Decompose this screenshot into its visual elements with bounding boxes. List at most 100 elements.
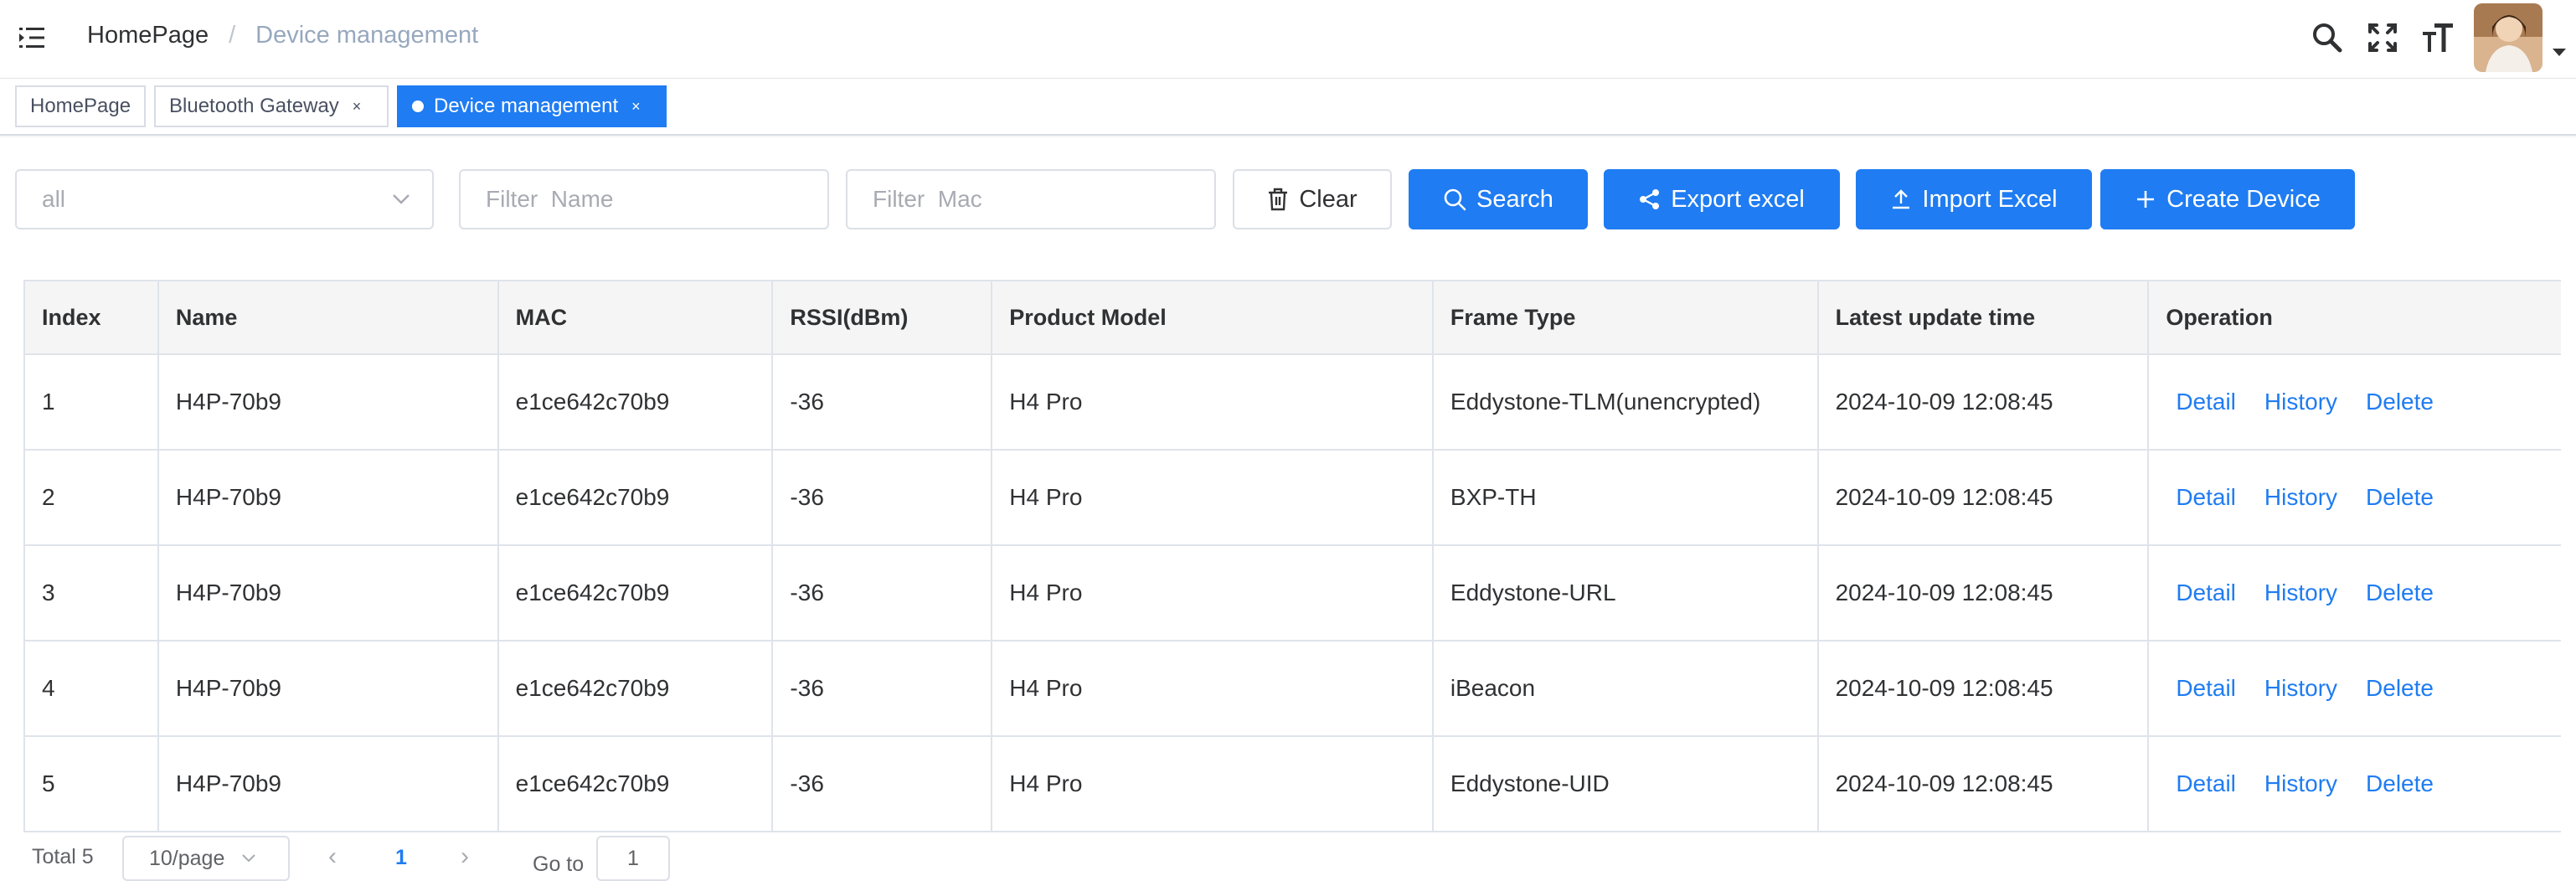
history-link[interactable]: History [2264, 675, 2337, 702]
name-cell: H4P-70b9 [159, 546, 499, 640]
delete-link[interactable]: Delete [2366, 389, 2434, 415]
chevron-down-icon[interactable] [2543, 0, 2576, 75]
detail-link[interactable]: Detail [2176, 580, 2236, 606]
column-header: Frame Type [1434, 281, 1819, 353]
avatar[interactable] [2474, 3, 2543, 72]
delete-link[interactable]: Delete [2366, 580, 2434, 606]
column-header: Operation [2166, 304, 2273, 330]
page-size-value: 10/page [149, 846, 225, 870]
column-header: MAC [499, 281, 774, 353]
plus-icon [2137, 191, 2155, 208]
delete-link[interactable]: Delete [2366, 484, 2434, 511]
table-row: 3 H4P-70b9 e1ce642c70b9 -36 H4 Pro Eddys… [25, 546, 2561, 641]
fullscreen-icon[interactable] [2355, 0, 2410, 75]
breadcrumb-home[interactable]: HomePage [87, 22, 209, 49]
frame-type-cell: Eddystone-UID [1434, 737, 1819, 831]
create-device-label: Create Device [2166, 185, 2321, 213]
page-number-current[interactable]: 1 [395, 846, 407, 870]
trash-icon [1269, 188, 1288, 211]
column-header: Latest update time [1819, 281, 2150, 353]
update-time-cell: 2024-10-09 12:08:45 [1819, 355, 2150, 449]
history-link[interactable]: History [2264, 484, 2337, 511]
rssi-cell: -36 [773, 641, 993, 735]
import-excel-label: Import Excel [1922, 185, 2058, 213]
operation-cell: Detail History Delete [2149, 546, 2561, 640]
search-button[interactable]: Search [1409, 169, 1588, 229]
update-time-cell: 2024-10-09 12:08:45 [1819, 546, 2150, 640]
index-cell: 3 [25, 546, 159, 640]
tag-homepage[interactable]: HomePage [15, 85, 146, 127]
update-time-cell: 2024-10-09 12:08:45 [1819, 737, 2150, 831]
index-cell: 4 [25, 641, 159, 735]
clear-button[interactable]: Clear [1233, 169, 1392, 229]
mac-filter-input-wrap [846, 169, 1216, 229]
operation-cell: Detail History Delete [2149, 451, 2561, 544]
mac-filter-input[interactable] [848, 171, 1214, 228]
name-filter-input[interactable] [461, 171, 827, 228]
name-cell: H4P-70b9 [159, 451, 499, 544]
detail-link[interactable]: Detail [2176, 484, 2236, 511]
tags-view: HomePage Bluetooth Gateway × Device mana… [0, 79, 2576, 136]
history-link[interactable]: History [2264, 770, 2337, 797]
goto-page-value: 1 [627, 846, 639, 870]
search-icon [1444, 188, 1466, 211]
mac-cell: e1ce642c70b9 [499, 641, 774, 735]
rssi-cell: -36 [773, 451, 993, 544]
rssi-cell: -36 [773, 355, 993, 449]
active-dot-icon [412, 100, 424, 112]
delete-link[interactable]: Delete [2366, 675, 2434, 702]
goto-label: Go to [533, 853, 585, 876]
tag-device-management[interactable]: Device management × [397, 85, 667, 127]
export-excel-button[interactable]: Export excel [1604, 169, 1840, 229]
import-excel-button[interactable]: Import Excel [1856, 169, 2092, 229]
name-cell: H4P-70b9 [159, 355, 499, 449]
operation-cell: Detail History Delete [2149, 737, 2561, 831]
mac-cell: e1ce642c70b9 [499, 355, 774, 449]
index-cell: 5 [25, 737, 159, 831]
close-icon[interactable]: × [631, 98, 641, 116]
detail-link[interactable]: Detail [2176, 770, 2236, 797]
close-icon[interactable]: × [353, 98, 362, 116]
mac-cell: e1ce642c70b9 [499, 546, 774, 640]
breadcrumb-separator: / [229, 22, 236, 49]
tag-bluetooth-gateway[interactable]: Bluetooth Gateway × [154, 85, 389, 127]
page-size-select[interactable]: 10/page [122, 836, 290, 881]
product-model-cell: H4 Pro [992, 641, 1434, 735]
create-device-button[interactable]: Create Device [2100, 169, 2355, 229]
history-link[interactable]: History [2264, 580, 2337, 606]
font-size-icon[interactable] [2410, 0, 2465, 75]
detail-link[interactable]: Detail [2176, 675, 2236, 702]
update-time-cell: 2024-10-09 12:08:45 [1819, 641, 2150, 735]
column-header: Product Model [992, 281, 1434, 353]
hamburger-icon[interactable] [0, 0, 64, 75]
upload-icon [1893, 189, 1910, 209]
product-model-cell: H4 Pro [992, 737, 1434, 831]
type-select-value: all [42, 186, 66, 212]
prev-page-icon[interactable]: ‹ [328, 842, 337, 871]
name-cell: H4P-70b9 [159, 641, 499, 735]
delete-link[interactable]: Delete [2366, 770, 2434, 797]
name-filter-input-wrap [459, 169, 829, 229]
rssi-cell: -36 [773, 546, 993, 640]
right-menu [2300, 0, 2576, 75]
column-header: RSSI(dBm) [773, 281, 993, 353]
table-row: 2 H4P-70b9 e1ce642c70b9 -36 H4 Pro BXP-T… [25, 451, 2561, 546]
detail-link[interactable]: Detail [2176, 389, 2236, 415]
column-header: Name [159, 281, 499, 353]
type-select[interactable]: all [15, 169, 434, 229]
update-time-cell: 2024-10-09 12:08:45 [1819, 451, 2150, 544]
search-icon[interactable] [2300, 0, 2355, 75]
history-link[interactable]: History [2264, 389, 2337, 415]
export-excel-label: Export excel [1671, 185, 1805, 213]
goto-page-input[interactable]: 1 [596, 836, 670, 881]
search-button-label: Search [1476, 185, 1553, 213]
navbar: HomePage / Device management [0, 0, 2576, 79]
column-header: Index [25, 281, 159, 353]
table-row: 4 H4P-70b9 e1ce642c70b9 -36 H4 Pro iBeac… [25, 641, 2561, 737]
next-page-icon[interactable]: › [461, 842, 469, 871]
index-cell: 1 [25, 355, 159, 449]
share-icon [1640, 189, 1660, 209]
chevron-down-icon [393, 194, 410, 204]
table-header-row: Index Name MAC RSSI(dBm) Product Model F… [25, 281, 2561, 355]
device-table: Index Name MAC RSSI(dBm) Product Model F… [23, 280, 2561, 832]
